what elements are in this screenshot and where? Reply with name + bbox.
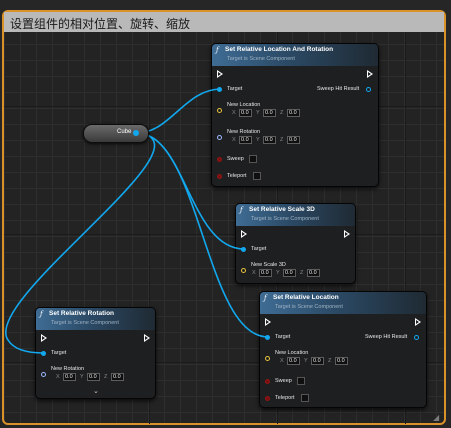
resize-grip-icon[interactable]: ◢ — [433, 413, 439, 422]
cube-output-pin-icon[interactable] — [133, 130, 139, 136]
connection-wires — [4, 88, 269, 354]
wire-cube-to-rotation-target — [4, 132, 156, 354]
cube-variable-label: Cube — [117, 129, 132, 135]
wire-cube-to-loc-rot-target — [136, 88, 222, 134]
cube-variable-node[interactable]: Cube — [83, 124, 149, 143]
blueprint-graph-canvas[interactable]: 设置组件的相对位置、旋转、缩放 ƒ Set Relative Location … — [0, 0, 451, 428]
wire-cube-to-location-target — [136, 132, 269, 338]
